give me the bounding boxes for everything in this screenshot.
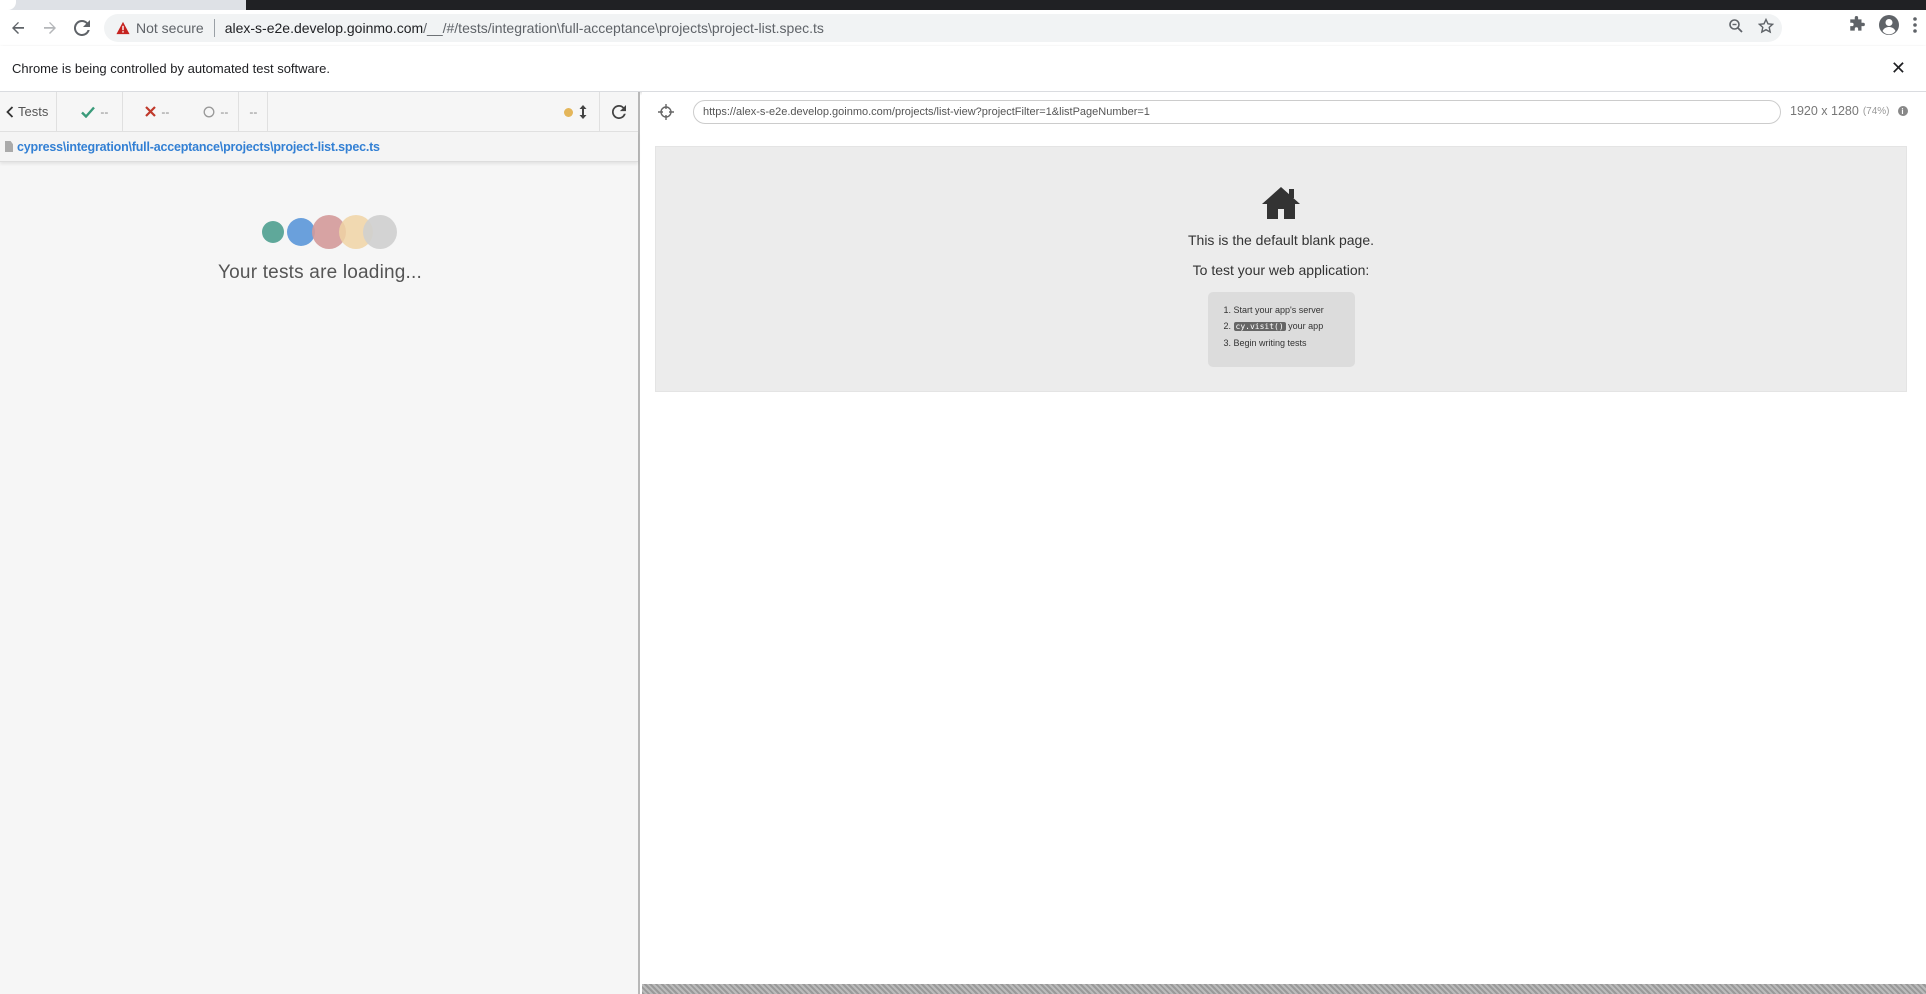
- selector-playground-button[interactable]: [656, 102, 676, 122]
- star-icon[interactable]: [1758, 18, 1774, 34]
- reload-icon: [74, 20, 90, 36]
- loading-text: Your tests are loading...: [218, 262, 422, 283]
- security-indicator[interactable]: Not secure: [136, 20, 204, 36]
- pending-value: --: [220, 104, 229, 119]
- passed-count[interactable]: --: [57, 91, 124, 132]
- aut-header: https://alex-s-e2e.develop.goinmo.com/pr…: [642, 92, 1926, 132]
- warning-icon: [116, 21, 130, 35]
- tab-strip: [0, 0, 1926, 10]
- resize-handle[interactable]: [642, 984, 1926, 994]
- spec-path-link[interactable]: cypress\integration\full-acceptance\proj…: [17, 140, 380, 154]
- address-separator: [213, 19, 215, 37]
- active-tab-edge: [0, 0, 16, 10]
- reload-button[interactable]: [68, 14, 96, 42]
- viewport-size: 1920 x 1280: [1790, 104, 1859, 118]
- reporter-header: Tests -- -- -- --: [0, 91, 638, 132]
- reload-icon: [612, 105, 626, 119]
- address-host: alex-s-e2e.develop.goinmo.com: [224, 20, 424, 36]
- step-2-code: cy.visit(): [1233, 322, 1286, 331]
- passed-value: --: [100, 104, 109, 119]
- duration: --: [239, 91, 269, 132]
- auto-scroll-toggle[interactable]: [556, 92, 599, 132]
- step-3: Begin writing tests: [1234, 335, 1355, 351]
- automation-infobar: Chrome is being controlled by automated …: [0, 46, 1926, 92]
- spec-path-bar: cypress\integration\full-acceptance\proj…: [0, 132, 638, 162]
- default-blank-page: This is the default blank page. To test …: [655, 146, 1907, 392]
- scroll-arrows-icon: [579, 105, 587, 119]
- circle-icon: [203, 106, 215, 117]
- loading-dots: [250, 212, 397, 249]
- profile-icon[interactable]: [1878, 14, 1900, 36]
- pending-count[interactable]: --: [183, 91, 240, 132]
- kebab-menu-icon[interactable]: [1912, 16, 1918, 34]
- viewport-scale: (74%): [1862, 105, 1890, 117]
- step-2-text: your app: [1285, 321, 1324, 331]
- status-dot: [564, 107, 573, 117]
- omnibox-actions: [1728, 18, 1774, 34]
- failed-count[interactable]: --: [123, 92, 183, 132]
- puzzle-icon[interactable]: [1848, 16, 1866, 34]
- infobar-message: Chrome is being controlled by automated …: [12, 61, 330, 76]
- info-icon[interactable]: i: [1897, 106, 1908, 116]
- browser-toolbar: Not secure alex-s-e2e.develop.goinmo.com…: [0, 10, 1926, 46]
- home-icon: [656, 185, 1906, 226]
- viewport-info: 1920 x 1280 (74%) i: [1790, 104, 1908, 118]
- file-icon: [5, 141, 13, 152]
- rerun-button[interactable]: [599, 92, 638, 132]
- tests-button-label: Tests: [18, 104, 49, 119]
- loading-dot-1: [262, 221, 284, 243]
- step-1: Start your app's server: [1234, 302, 1355, 318]
- arrow-right-icon: [44, 22, 56, 34]
- check-icon: [81, 106, 96, 118]
- arrow-left-icon: [12, 22, 24, 34]
- address-bar[interactable]: Not secure alex-s-e2e.develop.goinmo.com…: [104, 14, 1782, 42]
- loading-indicator: Your tests are loading...: [0, 212, 640, 284]
- tests-button[interactable]: Tests: [0, 91, 58, 132]
- loading-dot-2: [287, 218, 315, 246]
- tab-strip-background: [246, 0, 1926, 10]
- forward-button[interactable]: [36, 14, 64, 42]
- blank-page-subtitle: To test your web application:: [1192, 262, 1370, 278]
- duration-value: --: [249, 104, 258, 119]
- aut-url-field[interactable]: https://alex-s-e2e.develop.goinmo.com/pr…: [693, 100, 1781, 124]
- getting-started-steps: Start your app's server cy.visit() your …: [1207, 292, 1355, 367]
- crosshair-icon: [658, 104, 674, 120]
- zoom-icon[interactable]: [1728, 18, 1744, 34]
- chevron-left-icon: [6, 105, 14, 118]
- step-2: cy.visit() your app: [1233, 318, 1355, 335]
- close-icon[interactable]: ✕: [1891, 58, 1906, 79]
- toolbar-actions: [1848, 14, 1918, 36]
- aut-panel: https://alex-s-e2e.develop.goinmo.com/pr…: [642, 92, 1926, 994]
- reporter-controls: [556, 92, 638, 132]
- blank-page-title: This is the default blank page.: [1187, 232, 1374, 248]
- failed-value: --: [161, 104, 170, 119]
- cypress-reporter: Tests -- -- -- -- cypress\integration\fu…: [0, 91, 640, 994]
- loading-dot-5: [363, 215, 397, 249]
- back-button[interactable]: [4, 14, 32, 42]
- address-path: /__/#/tests/integration\full-acceptance\…: [423, 20, 824, 36]
- address-url[interactable]: alex-s-e2e.develop.goinmo.com/__/#/tests…: [225, 20, 824, 36]
- x-icon: [145, 106, 157, 117]
